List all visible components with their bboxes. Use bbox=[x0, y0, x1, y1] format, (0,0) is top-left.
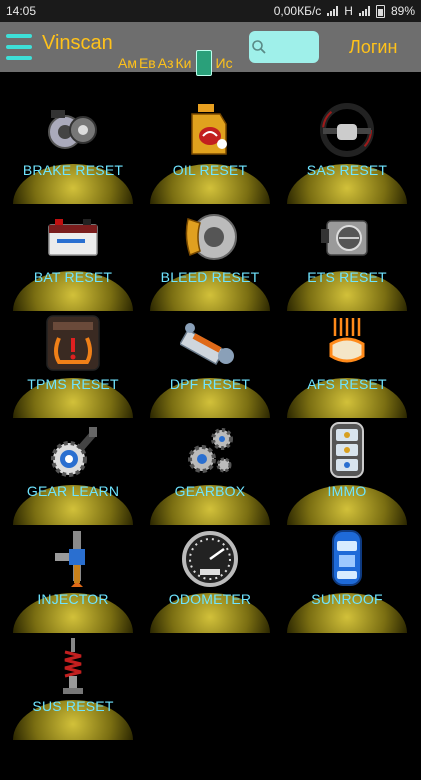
tile-label: DPF RESET bbox=[169, 376, 251, 392]
key-fob-icon bbox=[330, 422, 364, 478]
tile-label: BAT RESET bbox=[33, 269, 113, 285]
tile-sus-reset[interactable]: SUS RESET bbox=[3, 636, 143, 744]
tile-label: SAS RESET bbox=[306, 162, 388, 178]
tile-sas-reset[interactable]: SAS RESET bbox=[277, 100, 417, 208]
tile-dpf-reset[interactable]: DPF RESET bbox=[140, 314, 280, 422]
gear-wrench-icon bbox=[51, 427, 97, 477]
net-speed: 0,00КБ/с bbox=[273, 4, 322, 18]
tile-brake-reset[interactable]: BRAKE RESET bbox=[3, 100, 143, 208]
steering-wheel-icon bbox=[320, 103, 374, 157]
gears-icon bbox=[188, 428, 233, 473]
tile-label: ODOMETER bbox=[168, 591, 252, 607]
car-sunroof-icon bbox=[332, 530, 362, 586]
lang-option[interactable]: Ев bbox=[139, 55, 156, 71]
tile-label: AFS RESET bbox=[307, 376, 387, 392]
tile-immo[interactable]: IMMO bbox=[277, 421, 417, 529]
throttle-body-icon bbox=[321, 220, 368, 256]
tile-oil-reset[interactable]: OIL RESET bbox=[140, 100, 280, 208]
app-toolbar: Vinscan Ам Ев Аз Ки Ис Логин bbox=[0, 22, 421, 76]
tile-label: SUS RESET bbox=[32, 698, 114, 714]
tile-label: BRAKE RESET bbox=[22, 162, 124, 178]
signal-icon-2 bbox=[358, 6, 370, 16]
tile-label: GEAR LEARN bbox=[26, 483, 120, 499]
headlight-icon bbox=[329, 318, 365, 363]
tile-odometer[interactable]: ODOMETER bbox=[140, 529, 280, 637]
brake-caliper-icon bbox=[185, 214, 237, 260]
menu-icon[interactable] bbox=[6, 32, 32, 62]
tile-label: TPMS RESET bbox=[27, 376, 119, 392]
suspension-icon bbox=[63, 638, 83, 694]
login-button[interactable]: Логин bbox=[349, 37, 397, 58]
tile-bat-reset[interactable]: BAT RESET bbox=[3, 207, 143, 315]
particulate-filter-icon bbox=[180, 323, 234, 366]
lang-option[interactable]: Ам bbox=[118, 55, 137, 71]
app-title: Vinscan bbox=[42, 32, 113, 54]
status-time: 14:05 bbox=[6, 4, 37, 18]
tile-label: BLEED RESET bbox=[160, 269, 260, 285]
odometer-icon bbox=[182, 531, 238, 587]
tile-bleed-reset[interactable]: BLEED RESET bbox=[140, 207, 280, 315]
phone-icon bbox=[195, 50, 212, 76]
tile-tpms-reset[interactable]: TPMS RESET bbox=[3, 314, 143, 422]
tile-sunroof[interactable]: SUNROOF bbox=[277, 529, 417, 637]
battery-icon bbox=[375, 4, 385, 18]
tile-ets-reset[interactable]: ETS RESET bbox=[277, 207, 417, 315]
tile-label: OIL RESET bbox=[172, 162, 248, 178]
tile-label: ETS RESET bbox=[307, 269, 387, 285]
tile-label: SUNROOF bbox=[311, 591, 383, 607]
search-icon bbox=[252, 40, 266, 54]
tile-label: IMMO bbox=[327, 483, 367, 499]
lang-option[interactable]: Ки bbox=[176, 55, 192, 71]
tpms-warning-icon bbox=[46, 315, 100, 371]
tile-gear-learn[interactable]: GEAR LEARN bbox=[3, 421, 143, 529]
battery-level: 89% bbox=[390, 4, 415, 18]
tile-gearbox[interactable]: GEARBOX bbox=[140, 421, 280, 529]
status-bar: 14:05 0,00КБ/с H 89% bbox=[0, 0, 421, 22]
injector-icon bbox=[55, 531, 85, 587]
lang-option[interactable]: Ис bbox=[216, 55, 233, 71]
network-type: H bbox=[344, 4, 353, 18]
tile-label: INJECTOR bbox=[37, 591, 109, 607]
lang-option[interactable]: Аз bbox=[158, 55, 174, 71]
tile-label: GEARBOX bbox=[174, 483, 246, 499]
language-selector[interactable]: Ам Ев Аз Ки Ис bbox=[118, 50, 233, 76]
search-input[interactable] bbox=[249, 31, 319, 63]
oil-can-icon bbox=[191, 104, 227, 155]
status-indicators: 0,00КБ/с H 89% bbox=[274, 4, 415, 18]
tile-injector[interactable]: INJECTOR bbox=[3, 529, 143, 637]
tile-afs-reset[interactable]: AFS RESET bbox=[277, 314, 417, 422]
battery-icon bbox=[48, 219, 98, 256]
brake-disc-icon bbox=[48, 110, 97, 149]
signal-icon bbox=[327, 6, 339, 16]
